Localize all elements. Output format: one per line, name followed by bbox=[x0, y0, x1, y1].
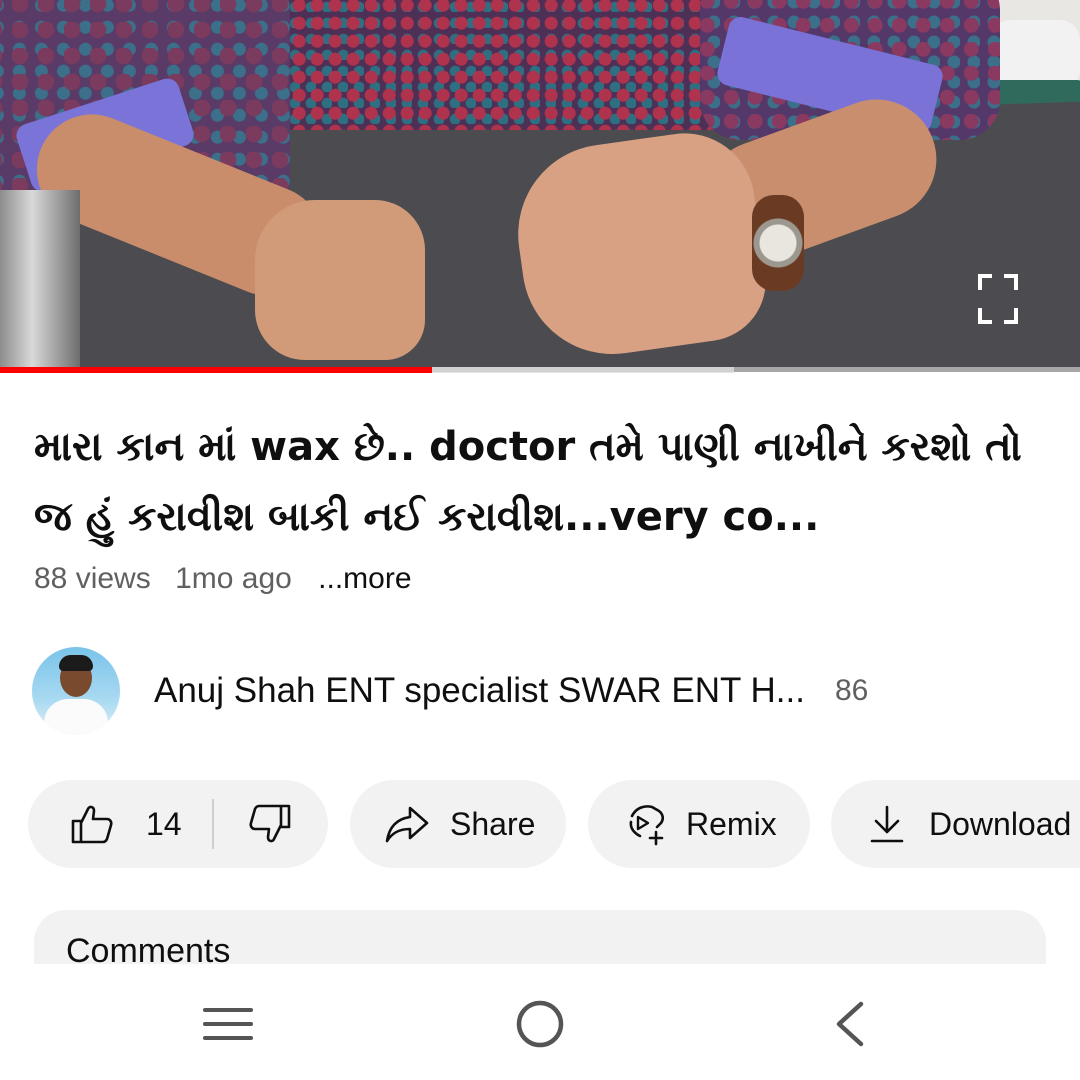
view-count: 88 views bbox=[34, 562, 151, 595]
subscriber-count: 86 bbox=[834, 674, 869, 707]
download-button[interactable]: Download bbox=[831, 780, 1080, 868]
recent-apps-icon[interactable] bbox=[193, 994, 263, 1054]
avatar-hair bbox=[59, 655, 93, 671]
download-label: Download bbox=[929, 805, 1072, 842]
download-icon bbox=[870, 805, 904, 843]
wrist-watch bbox=[752, 195, 804, 291]
medical-device bbox=[0, 190, 80, 372]
channel-name[interactable]: Anuj Shah ENT specialist SWAR ENT H... bbox=[154, 671, 805, 711]
remix-button[interactable]: Remix bbox=[588, 780, 810, 868]
upload-age: 1mo ago bbox=[175, 562, 292, 595]
thumbs-down-icon[interactable] bbox=[248, 803, 292, 845]
avatar[interactable] bbox=[32, 647, 120, 735]
fullscreen-icon[interactable] bbox=[970, 266, 1026, 332]
thumbs-up-icon[interactable] bbox=[70, 803, 114, 845]
left-fist bbox=[255, 200, 425, 360]
action-bar: 14 Share Remix Download bbox=[28, 780, 1080, 868]
like-count[interactable]: 14 bbox=[146, 806, 182, 843]
dislike-button[interactable] bbox=[248, 803, 292, 845]
video-progress-bar[interactable] bbox=[0, 367, 1080, 373]
video-title[interactable]: મારા કાન માં wax છે.. doctor તમે પાણી ના… bbox=[34, 412, 1064, 552]
progress-played bbox=[0, 367, 432, 373]
back-chevron-icon[interactable] bbox=[815, 994, 885, 1054]
like-dislike-chip: 14 bbox=[28, 780, 328, 868]
system-nav-bar bbox=[0, 964, 1080, 1080]
share-button[interactable]: Share bbox=[350, 780, 566, 868]
more-link[interactable]: ...more bbox=[318, 562, 411, 595]
channel-row: Anuj Shah ENT specialist SWAR ENT H... 8… bbox=[32, 646, 1052, 736]
video-meta[interactable]: 88 views 1mo ago ...more bbox=[34, 562, 428, 596]
remix-label: Remix bbox=[686, 805, 777, 842]
share-label: Share bbox=[450, 805, 536, 842]
shirt-torso bbox=[220, 0, 740, 130]
remix-icon bbox=[629, 805, 665, 846]
home-circle-icon[interactable] bbox=[505, 994, 575, 1054]
video-player[interactable] bbox=[0, 0, 1080, 372]
share-arrow-icon bbox=[385, 806, 429, 843]
like-divider bbox=[211, 799, 214, 849]
avatar-shirt bbox=[44, 699, 108, 735]
